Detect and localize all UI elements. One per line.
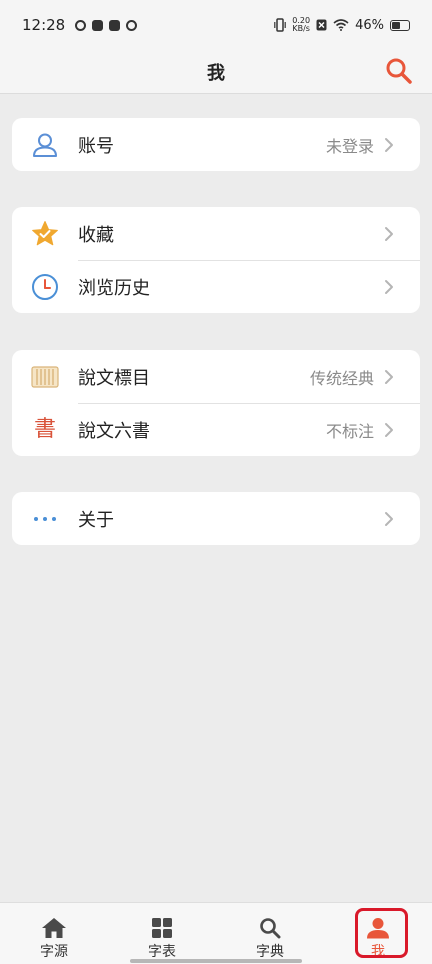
tab-me[interactable]: 我 [324,903,432,964]
tab-label: 字源 [40,944,68,960]
status-left: 12:28 [22,16,138,34]
star-icon [30,219,60,249]
history-label: 浏览历史 [78,277,150,299]
collection-card: 收藏 浏览历史 [12,207,420,313]
shuowen-index-row[interactable]: 說文標目 传统经典 [12,350,420,403]
page-title: 我 [207,62,225,84]
divider [78,403,420,404]
tab-zidian[interactable]: 字典 [216,903,324,964]
seal-character-icon: 書 [30,415,60,445]
chevron-right-icon [385,369,393,384]
seal-glyph: 書 [33,416,56,442]
battery-percent: 46% [355,17,384,33]
tab-label: 我 [371,944,385,960]
network-speed: 0.20 KB/s [292,17,310,33]
scroll-icon [30,362,60,392]
about-label: 关于 [78,509,114,531]
chevron-right-icon [385,422,393,437]
more-dots-icon [30,504,60,534]
account-label: 账号 [78,135,114,157]
shuowen-card: 說文標目 传统经典 書 說文六書 不标注 [12,350,420,456]
status-bar: 12:28 0.20 KB/s 46% [0,0,432,50]
person-icon [367,918,389,939]
chevron-right-icon [385,226,393,241]
chevron-right-icon [385,137,393,152]
bottom-tab-bar: 字源 字表 字典 我 [0,902,432,964]
notification-app-icon [75,19,87,31]
vibrate-icon [274,18,287,32]
chevron-right-icon [385,279,393,294]
six-scripts-label: 說文六書 [78,420,150,442]
six-scripts-value: 不标注 [325,421,374,441]
tab-zibiao[interactable]: 字表 [108,903,216,964]
search-icon[interactable] [384,56,414,86]
battery-icon [390,19,410,31]
home-indicator[interactable] [130,959,302,963]
favorites-label: 收藏 [78,224,114,246]
about-row[interactable]: 关于 [12,492,420,545]
favorites-row[interactable]: 收藏 [12,207,420,260]
user-icon [30,130,60,160]
status-time: 12:28 [22,16,66,34]
account-row[interactable]: 账号 未登录 [12,118,420,171]
notification-flower-icon [126,19,138,31]
search-icon [260,918,281,939]
grid-icon [152,918,172,938]
no-sim-icon [316,19,327,31]
clock-icon [30,272,60,302]
shuowen-index-label: 說文標目 [78,367,150,389]
home-icon [42,918,66,938]
wifi-icon [333,19,349,31]
tab-label: 字表 [148,944,176,960]
chevron-right-icon [385,511,393,526]
six-scripts-row[interactable]: 書 說文六書 不标注 [12,403,420,456]
page-header: 我 [0,50,432,94]
account-status: 未登录 [325,136,374,156]
status-right: 0.20 KB/s 46% [274,17,410,33]
tab-ziyuan[interactable]: 字源 [0,903,108,964]
network-speed-unit: KB/s [292,24,310,33]
tab-label: 字典 [256,944,284,960]
notification-tiktok-icon [109,19,121,31]
divider [78,260,420,261]
about-card: 关于 [12,492,420,545]
notification-mail-icon [92,19,104,31]
account-card: 账号 未登录 [12,118,420,171]
history-row[interactable]: 浏览历史 [12,260,420,313]
shuowen-index-value: 传统经典 [309,368,374,388]
